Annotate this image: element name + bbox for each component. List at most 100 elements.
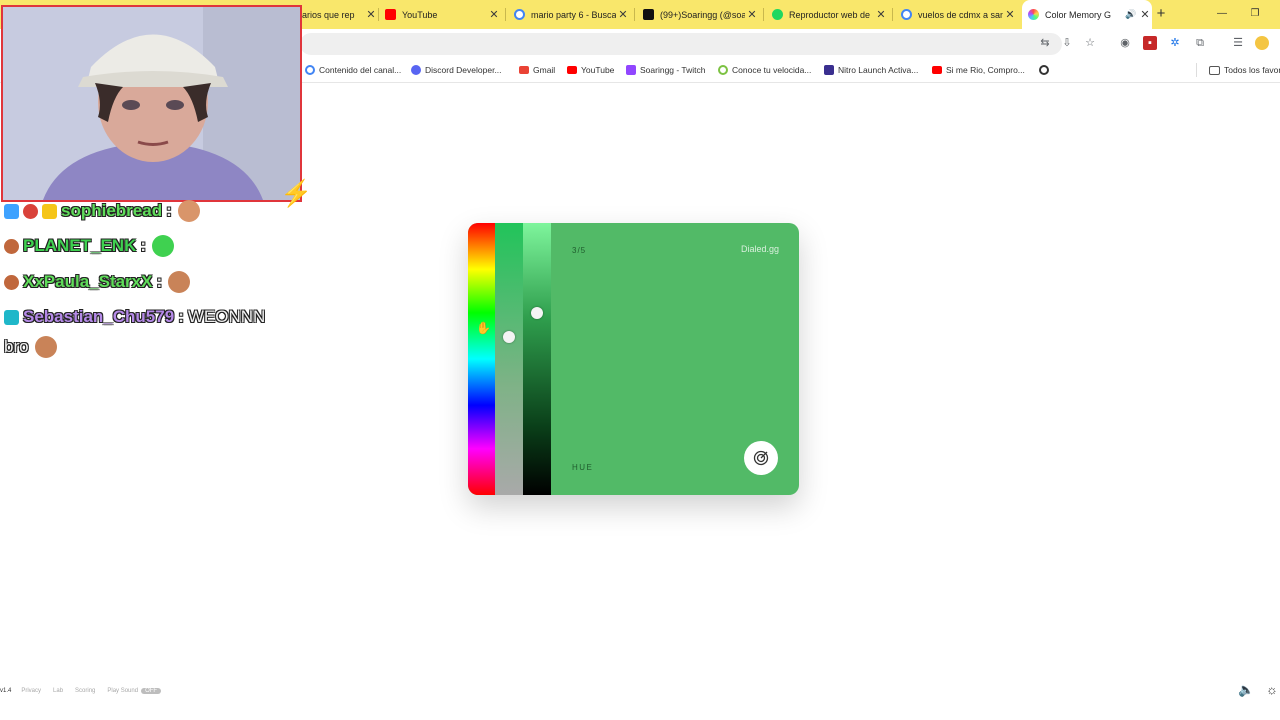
round-counter: 3/5: [572, 246, 587, 255]
brand-label[interactable]: Dialed.gg: [741, 244, 779, 254]
bookmark-item[interactable]: Discord Developer...: [411, 63, 502, 77]
translate-icon[interactable]: ⇆: [1038, 36, 1052, 50]
browser-tab[interactable]: (99+)Soaringg (@soa ✕: [643, 0, 759, 29]
sound-toggle[interactable]: OFF: [141, 688, 162, 694]
speedtest-icon: [718, 65, 728, 75]
browser-tab[interactable]: vuelos de cdmx a san ✕: [901, 0, 1017, 29]
chat-separator: :: [166, 201, 172, 220]
footer-link-privacy[interactable]: Privacy: [21, 688, 41, 694]
spotify-icon: [772, 9, 783, 20]
minimize-button[interactable]: —: [1212, 4, 1232, 24]
bookmark-item[interactable]: Si me Rio, Compro...: [932, 63, 1025, 77]
tab-title: arios que rep: [302, 9, 355, 20]
bookmark-label: Conoce tu velocida...: [732, 65, 812, 75]
browser-tab[interactable]: YouTube ✕: [385, 0, 501, 29]
saturation-slider[interactable]: [495, 223, 523, 495]
speaker-icon[interactable]: 🔊: [1124, 9, 1138, 20]
youtube-icon: [567, 66, 577, 74]
chat-text: bro: [4, 337, 29, 356]
close-icon[interactable]: ✕: [487, 8, 501, 21]
globe-icon: [1039, 65, 1049, 75]
chat-message: XxPaula_StarxX :: [4, 270, 191, 294]
bookmark-item[interactable]: Conoce tu velocida...: [718, 63, 811, 77]
close-icon[interactable]: ✕: [1003, 8, 1017, 21]
tab-title: vuelos de cdmx a san: [918, 9, 1003, 20]
bookmark-item[interactable]: Soaringg - Twitch: [626, 63, 706, 77]
tab-title: Color Memory G: [1045, 9, 1112, 20]
chat-username: PLANET_ENK: [23, 236, 137, 255]
google-icon: [901, 9, 912, 20]
bookmark-label: Soaringg - Twitch: [640, 65, 706, 75]
browser-tab[interactable]: arios que rep ✕: [300, 0, 378, 29]
tab-divider: [378, 8, 379, 21]
restore-button[interactable]: ❐: [1245, 4, 1265, 24]
install-app-icon[interactable]: ⇩: [1060, 36, 1074, 50]
saturation-slider-handle[interactable]: [503, 331, 515, 343]
browser-tab-active[interactable]: Color Memory G 🔊 ✕: [1022, 0, 1152, 29]
tab-divider: [892, 8, 893, 21]
color-game-card: ✋ 3/5 Dialed.gg HUE: [468, 223, 799, 495]
gmail-icon: [519, 66, 529, 74]
extension-record-icon[interactable]: ◉: [1118, 36, 1132, 50]
close-icon[interactable]: ✕: [745, 8, 759, 21]
chat-text: WEONNN: [187, 307, 266, 326]
chat-separator: :: [156, 272, 163, 291]
chat-username: sophiebread: [61, 201, 163, 220]
close-icon[interactable]: ✕: [874, 8, 888, 21]
star-icon[interactable]: ☆: [1083, 36, 1097, 50]
badge-icon: [4, 274, 19, 290]
tab-title: YouTube: [402, 9, 438, 20]
bookmark-item[interactable]: Nitro Launch Activa...: [824, 63, 918, 77]
extension-pdf-icon[interactable]: ▪: [1143, 36, 1157, 50]
discord-icon: [411, 65, 421, 75]
chat-separator: :: [178, 307, 184, 326]
hue-slider-handle[interactable]: ✋: [476, 322, 491, 334]
submit-guess-button[interactable]: [744, 441, 778, 475]
youtube-icon: [385, 9, 396, 20]
volume-icon[interactable]: 🔈: [1238, 682, 1254, 698]
profile-avatar[interactable]: [1255, 36, 1269, 50]
tiktok-icon: [643, 9, 654, 20]
bookmark-item[interactable]: [1039, 63, 1053, 77]
footer-link-play-sound[interactable]: Play Sound: [107, 688, 138, 694]
browser-tab[interactable]: Reproductor web de ✕: [772, 0, 888, 29]
close-icon[interactable]: ✕: [1138, 8, 1152, 21]
lightness-slider[interactable]: [523, 223, 551, 495]
all-bookmarks-folder[interactable]: Todos los favor: [1196, 63, 1280, 77]
bookmark-label: Nitro Launch Activa...: [838, 65, 919, 75]
badge-icon: [4, 203, 19, 219]
bookmark-label: Si me Rio, Compro...: [946, 65, 1025, 75]
version-label: v1.4: [0, 688, 12, 694]
chat-message: bro: [4, 335, 57, 359]
emote-icon: [168, 271, 191, 293]
lightness-slider-handle[interactable]: [531, 307, 543, 319]
bookmark-item[interactable]: Gmail: [519, 63, 555, 77]
footer-link-lab[interactable]: Lab: [53, 688, 63, 694]
bookmark-item[interactable]: Contenido del canal...: [305, 63, 401, 77]
folder-icon: [1209, 65, 1220, 75]
chat-message: PLANET_ENK :: [4, 234, 175, 258]
hue-slider[interactable]: ✋: [468, 223, 495, 495]
footer-link-scoring[interactable]: Scoring: [75, 688, 95, 694]
address-bar[interactable]: [300, 33, 1062, 55]
page-footer: v1.4 Privacy Lab Scoring Play Sound OFF: [0, 686, 173, 696]
theme-sun-icon[interactable]: ☼: [1264, 682, 1280, 698]
tab-divider: [634, 8, 635, 21]
tab-divider: [763, 8, 764, 21]
tab-title: mario party 6 - Busca: [531, 9, 616, 20]
bookmark-label: YouTube: [581, 65, 615, 75]
close-icon[interactable]: ✕: [616, 8, 630, 21]
chat-message: Sebastian_Chu579 : WEONNN: [4, 305, 265, 329]
new-tab-button[interactable]: +: [1152, 4, 1170, 24]
browser-tab[interactable]: mario party 6 - Busca ✕: [514, 0, 630, 29]
chat-username: XxPaula_StarxX: [23, 272, 153, 291]
close-icon[interactable]: ✕: [364, 8, 378, 21]
emote-icon: [34, 336, 57, 358]
bookmark-item[interactable]: YouTube: [567, 63, 614, 77]
extension-settings-icon[interactable]: ✲: [1168, 36, 1182, 50]
media-queue-icon[interactable]: ☰: [1231, 36, 1245, 50]
tab-title: (99+)Soaringg (@soa: [660, 9, 745, 20]
badge-icon: [23, 203, 38, 219]
emote-icon: [177, 200, 200, 222]
extensions-puzzle-icon[interactable]: ⧉: [1193, 36, 1207, 50]
